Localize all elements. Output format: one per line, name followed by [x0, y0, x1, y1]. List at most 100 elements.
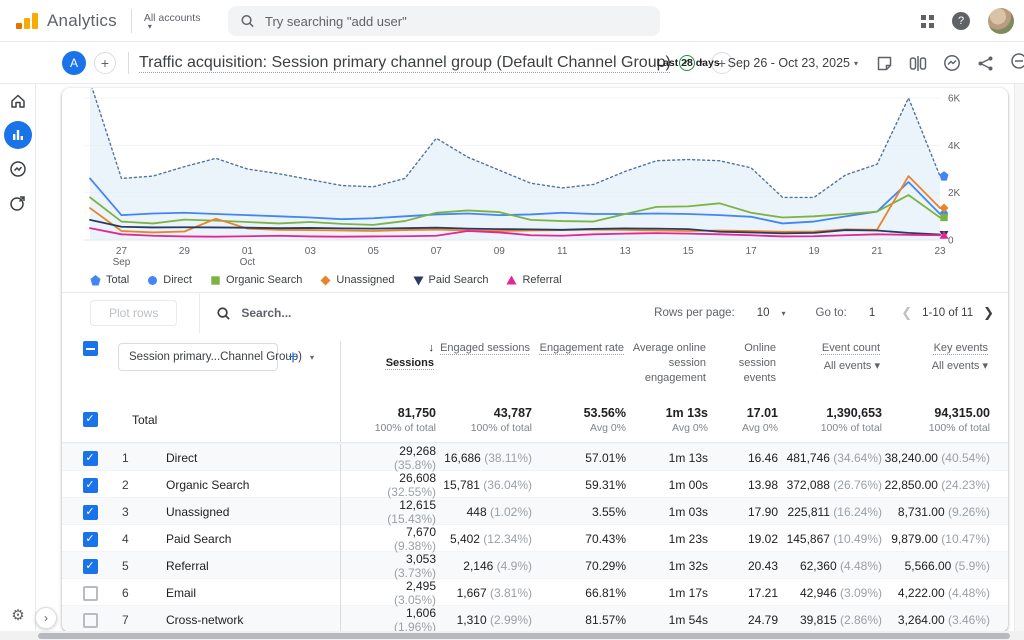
- report-title[interactable]: Traffic acquisition: Session primary cha…: [139, 54, 671, 72]
- total-cell: 43,787100% of total: [436, 406, 532, 434]
- diamond-marker-icon: [320, 275, 331, 286]
- legend-item-organic-search[interactable]: Organic Search: [210, 274, 302, 286]
- table-search[interactable]: [216, 306, 441, 321]
- column-header-event-count[interactable]: Event countAll events ▾: [778, 341, 882, 374]
- metric-cell: 1m 00s: [626, 478, 708, 492]
- metric-cell: 1m 17s: [626, 586, 708, 600]
- rows-per-page-value[interactable]: 10: [757, 307, 770, 319]
- global-search-input[interactable]: [265, 14, 648, 29]
- column-header-engagement-rate[interactable]: Engagement rate: [532, 341, 626, 356]
- triangle-up-marker-icon: [506, 275, 517, 286]
- row-number: 3: [118, 505, 152, 519]
- prev-page-icon[interactable]: ❮: [901, 305, 912, 321]
- legend-item-unassigned[interactable]: Unassigned: [320, 274, 394, 286]
- total-checkbox[interactable]: ✓: [83, 412, 98, 427]
- svg-text:21: 21: [871, 246, 883, 257]
- total-value: 94,315.00: [882, 406, 990, 420]
- row-checkbox[interactable]: [83, 613, 98, 628]
- legend-label: Total: [106, 274, 129, 286]
- metric-cell: 16.46: [708, 451, 778, 465]
- total-label: Total: [118, 413, 340, 427]
- metric-cell: 38,240.00 (40.54%): [882, 451, 990, 465]
- global-search[interactable]: [228, 6, 660, 36]
- metric-percent: (4.9%): [493, 559, 532, 573]
- dimension-dropdown[interactable]: Session primary...Channel Group) ▾: [118, 343, 278, 371]
- comparison-icon[interactable]: [909, 55, 927, 72]
- rows-per-page-label: Rows per page:: [654, 307, 735, 319]
- notes-icon[interactable]: [876, 55, 893, 72]
- add-comparison-button[interactable]: +: [94, 52, 116, 74]
- chevron-down-icon[interactable]: ▾: [782, 309, 786, 318]
- apps-grid-icon[interactable]: [921, 15, 934, 28]
- svg-text:07: 07: [431, 246, 443, 257]
- nav-home[interactable]: [0, 84, 36, 118]
- metric-percent: (3.73%): [341, 566, 436, 580]
- legend-label: Organic Search: [226, 274, 302, 286]
- metric-cell: 481,746 (34.64%): [778, 451, 882, 465]
- vertical-scrollbar-track[interactable]: [1014, 84, 1024, 632]
- channel-name[interactable]: Direct: [152, 451, 340, 465]
- metric-value: 81.57%: [585, 613, 626, 627]
- column-filter-dropdown[interactable]: All events ▾: [882, 359, 988, 374]
- legend-item-total[interactable]: Total: [90, 274, 129, 286]
- channel-name[interactable]: Referral: [152, 559, 340, 573]
- total-value: 53.56%: [532, 406, 626, 420]
- metric-value: 481,746: [787, 451, 830, 465]
- total-subvalue: 100% of total: [341, 422, 436, 434]
- column-header-key-events[interactable]: Key eventsAll events ▾: [882, 341, 990, 374]
- channel-name[interactable]: Unassigned: [152, 505, 340, 519]
- total-value: 43,787: [436, 406, 532, 420]
- svg-text:23: 23: [934, 246, 946, 257]
- channel-name[interactable]: Paid Search: [152, 532, 340, 546]
- total-subvalue: 100% of total: [778, 422, 882, 434]
- date-range-picker[interactable]: Sep 26 - Oct 23, 2025: [728, 56, 850, 70]
- metric-cell: 29,268 (35.8%): [340, 444, 436, 472]
- column-filter-dropdown[interactable]: All events ▾: [778, 359, 880, 374]
- metric-value: 57.01%: [585, 451, 626, 465]
- avatar[interactable]: [988, 8, 1014, 34]
- share-icon[interactable]: [977, 55, 994, 72]
- table-search-input[interactable]: [241, 306, 441, 320]
- chevron-down-icon[interactable]: ▾: [854, 59, 858, 68]
- help-icon[interactable]: ?: [952, 12, 970, 30]
- row-checkbox[interactable]: ✓: [83, 451, 98, 466]
- metric-percent: (35.8%): [341, 458, 436, 472]
- metric-value: 3,053: [341, 552, 436, 566]
- row-checkbox[interactable]: [83, 586, 98, 601]
- metric-value: 16.46: [748, 451, 778, 465]
- channel-name[interactable]: Organic Search: [152, 478, 340, 492]
- row-checkbox[interactable]: ✓: [83, 532, 98, 547]
- account-switcher[interactable]: All accounts ▾: [144, 12, 201, 30]
- legend-item-paid-search[interactable]: Paid Search: [413, 274, 489, 286]
- legend-item-referral[interactable]: Referral: [506, 274, 561, 286]
- expand-nav-button[interactable]: ›: [35, 607, 57, 629]
- property-badge[interactable]: A: [62, 51, 86, 75]
- add-dimension-button[interactable]: +: [288, 347, 298, 367]
- channel-name[interactable]: Cross-network: [152, 613, 340, 627]
- horizontal-scrollbar-thumb[interactable]: [38, 633, 1010, 639]
- row-checkbox[interactable]: ✓: [83, 478, 98, 493]
- insights-icon[interactable]: [943, 54, 961, 72]
- plot-rows-button[interactable]: Plot rows: [90, 300, 177, 326]
- column-header-average-online-session-engagement[interactable]: Average online session engagement: [626, 341, 708, 386]
- nav-explore[interactable]: [0, 152, 36, 186]
- nav-advertising[interactable]: [0, 186, 36, 220]
- column-header-online-session-events[interactable]: Online session events: [708, 341, 778, 386]
- column-header-sessions[interactable]: ↓ Sessions: [340, 341, 436, 397]
- column-header-engaged-sessions[interactable]: Engaged sessions: [436, 341, 532, 356]
- clipped-action-icon[interactable]: [1010, 52, 1024, 75]
- metric-value: 2,495: [341, 579, 436, 593]
- channel-name[interactable]: Email: [152, 586, 340, 600]
- row-checkbox[interactable]: ✓: [83, 505, 98, 520]
- metric-value: 38,240.00: [885, 451, 938, 465]
- admin-gear-icon[interactable]: ⚙: [0, 606, 36, 624]
- row-number: 2: [118, 478, 152, 492]
- legend-item-direct[interactable]: Direct: [147, 274, 192, 286]
- nav-reports[interactable]: [0, 118, 36, 152]
- row-checkbox[interactable]: ✓: [83, 559, 98, 574]
- table-row-organic-search: ✓2Organic Search26,608 (32.55%)15,781 (3…: [62, 470, 1008, 497]
- next-page-icon[interactable]: ❯: [983, 305, 994, 321]
- metric-value: 66.81%: [585, 586, 626, 600]
- select-all-checkbox[interactable]: [83, 341, 98, 356]
- go-to-value[interactable]: 1: [869, 307, 875, 319]
